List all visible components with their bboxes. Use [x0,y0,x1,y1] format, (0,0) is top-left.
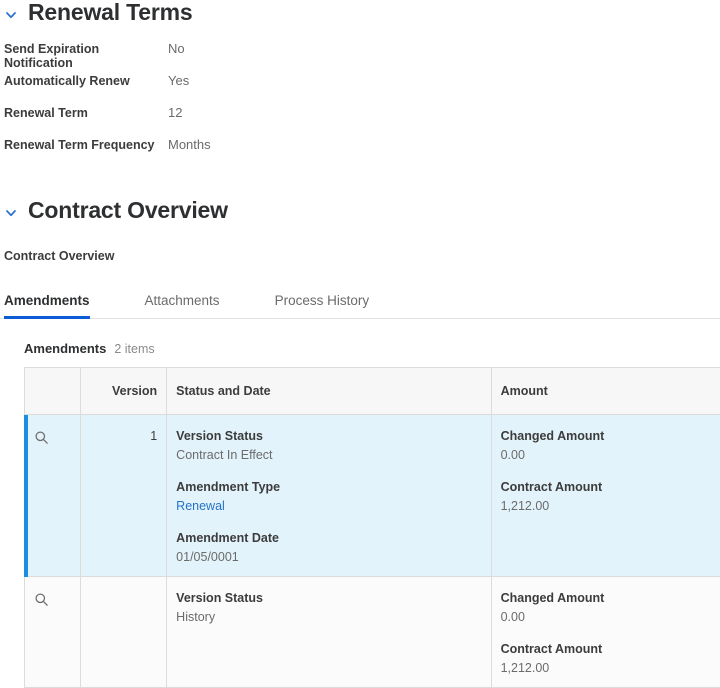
table-caption: Amendments 2 items [0,341,720,356]
group-label: Amendment Date [176,531,481,545]
group-value: 1,212.00 [501,499,720,513]
field-group: Contract Amount 1,212.00 [501,480,720,513]
field-group: Changed Amount 0.00 [501,591,720,624]
page-title: Renewal Terms [28,0,192,25]
field-row: Send Expiration Notification No [0,41,720,73]
group-value: 0.00 [501,448,720,462]
tab-label: Attachments [145,293,220,308]
field-group: Contract Amount 1,212.00 [501,642,720,675]
field-group: Changed Amount 0.00 [501,429,720,462]
table-row[interactable]: 1 Version Status Contract In Effect Amen… [25,414,720,576]
tab-label: Amendments [4,293,90,308]
column-header-version[interactable]: Version [81,367,167,414]
field-group: Amendment Type Renewal [176,480,481,513]
contract-overview-section: Contract Overview Contract Overview Amen… [0,198,720,687]
group-label: Changed Amount [501,429,720,443]
chevron-down-icon[interactable] [4,8,18,22]
field-label: Automatically Renew [4,74,168,88]
group-label: Contract Amount [501,480,720,494]
field-group: Version Status History [176,591,481,624]
field-group: Version Status Contract In Effect [176,429,481,462]
field-row: Renewal Term Frequency Months [0,137,720,169]
field-value: Yes [168,73,189,88]
field-value: 12 [168,105,182,120]
amendments-table: Version Status and Date Amount [24,367,720,688]
group-label: Amendment Type [176,480,481,494]
search-icon[interactable] [34,430,71,448]
tab-amendments[interactable]: Amendments [4,293,90,318]
field-value: No [168,41,185,56]
group-value: 0.00 [501,610,720,624]
field-group: Amendment Date 01/05/0001 [176,531,481,564]
row-icon-cell[interactable] [25,576,81,687]
contract-overview-subtitle: Contract Overview [0,249,720,263]
field-label: Renewal Term [4,106,168,120]
tab-label: Process History [275,293,370,308]
group-label: Version Status [176,429,481,443]
field-row: Automatically Renew Yes [0,73,720,105]
column-header-icon[interactable] [25,367,81,414]
page-root: Renewal Terms Send Expiration Notificati… [0,0,720,683]
table-header: Version Status and Date Amount [25,367,720,414]
row-status-and-date: Version Status History [167,576,491,687]
group-label: Version Status [176,591,481,605]
chevron-down-icon[interactable] [4,206,18,220]
search-icon[interactable] [34,592,71,610]
field-value: Months [168,137,211,152]
group-label: Contract Amount [501,642,720,656]
group-value: History [176,610,481,624]
table-item-count: 2 items [114,342,154,356]
tab-process-history[interactable]: Process History [275,293,370,318]
table-body: 1 Version Status Contract In Effect Amen… [25,414,720,687]
tab-bar: Amendments Attachments Process History [0,293,720,319]
tab-attachments[interactable]: Attachments [145,293,220,318]
group-label: Changed Amount [501,591,720,605]
group-value: 01/05/0001 [176,550,481,564]
row-version [81,576,167,687]
table-row[interactable]: Version Status History Changed Amount 0.… [25,576,720,687]
column-header-status-and-date[interactable]: Status and Date [167,367,491,414]
table-caption-title: Amendments [24,341,106,356]
row-amount: Changed Amount 0.00 Contract Amount 1,21… [491,414,720,576]
renewal-terms-fields: Send Expiration Notification No Automati… [0,41,720,169]
row-version: 1 [81,414,167,576]
row-icon-cell[interactable] [25,414,81,576]
field-row: Renewal Term 12 [0,105,720,137]
column-header-amount[interactable]: Amount [491,367,720,414]
table-header-row: Version Status and Date Amount [25,367,720,414]
row-amount: Changed Amount 0.00 Contract Amount 1,21… [491,576,720,687]
contract-overview-header[interactable]: Contract Overview [0,198,720,223]
field-label: Renewal Term Frequency [4,138,168,152]
section-title: Contract Overview [28,198,228,223]
field-label: Send Expiration Notification [4,42,168,70]
group-value: Contract In Effect [176,448,481,462]
amendment-type-link[interactable]: Renewal [176,499,481,513]
renewal-terms-header[interactable]: Renewal Terms [0,0,720,25]
row-status-and-date: Version Status Contract In Effect Amendm… [167,414,491,576]
group-value: 1,212.00 [501,661,720,675]
